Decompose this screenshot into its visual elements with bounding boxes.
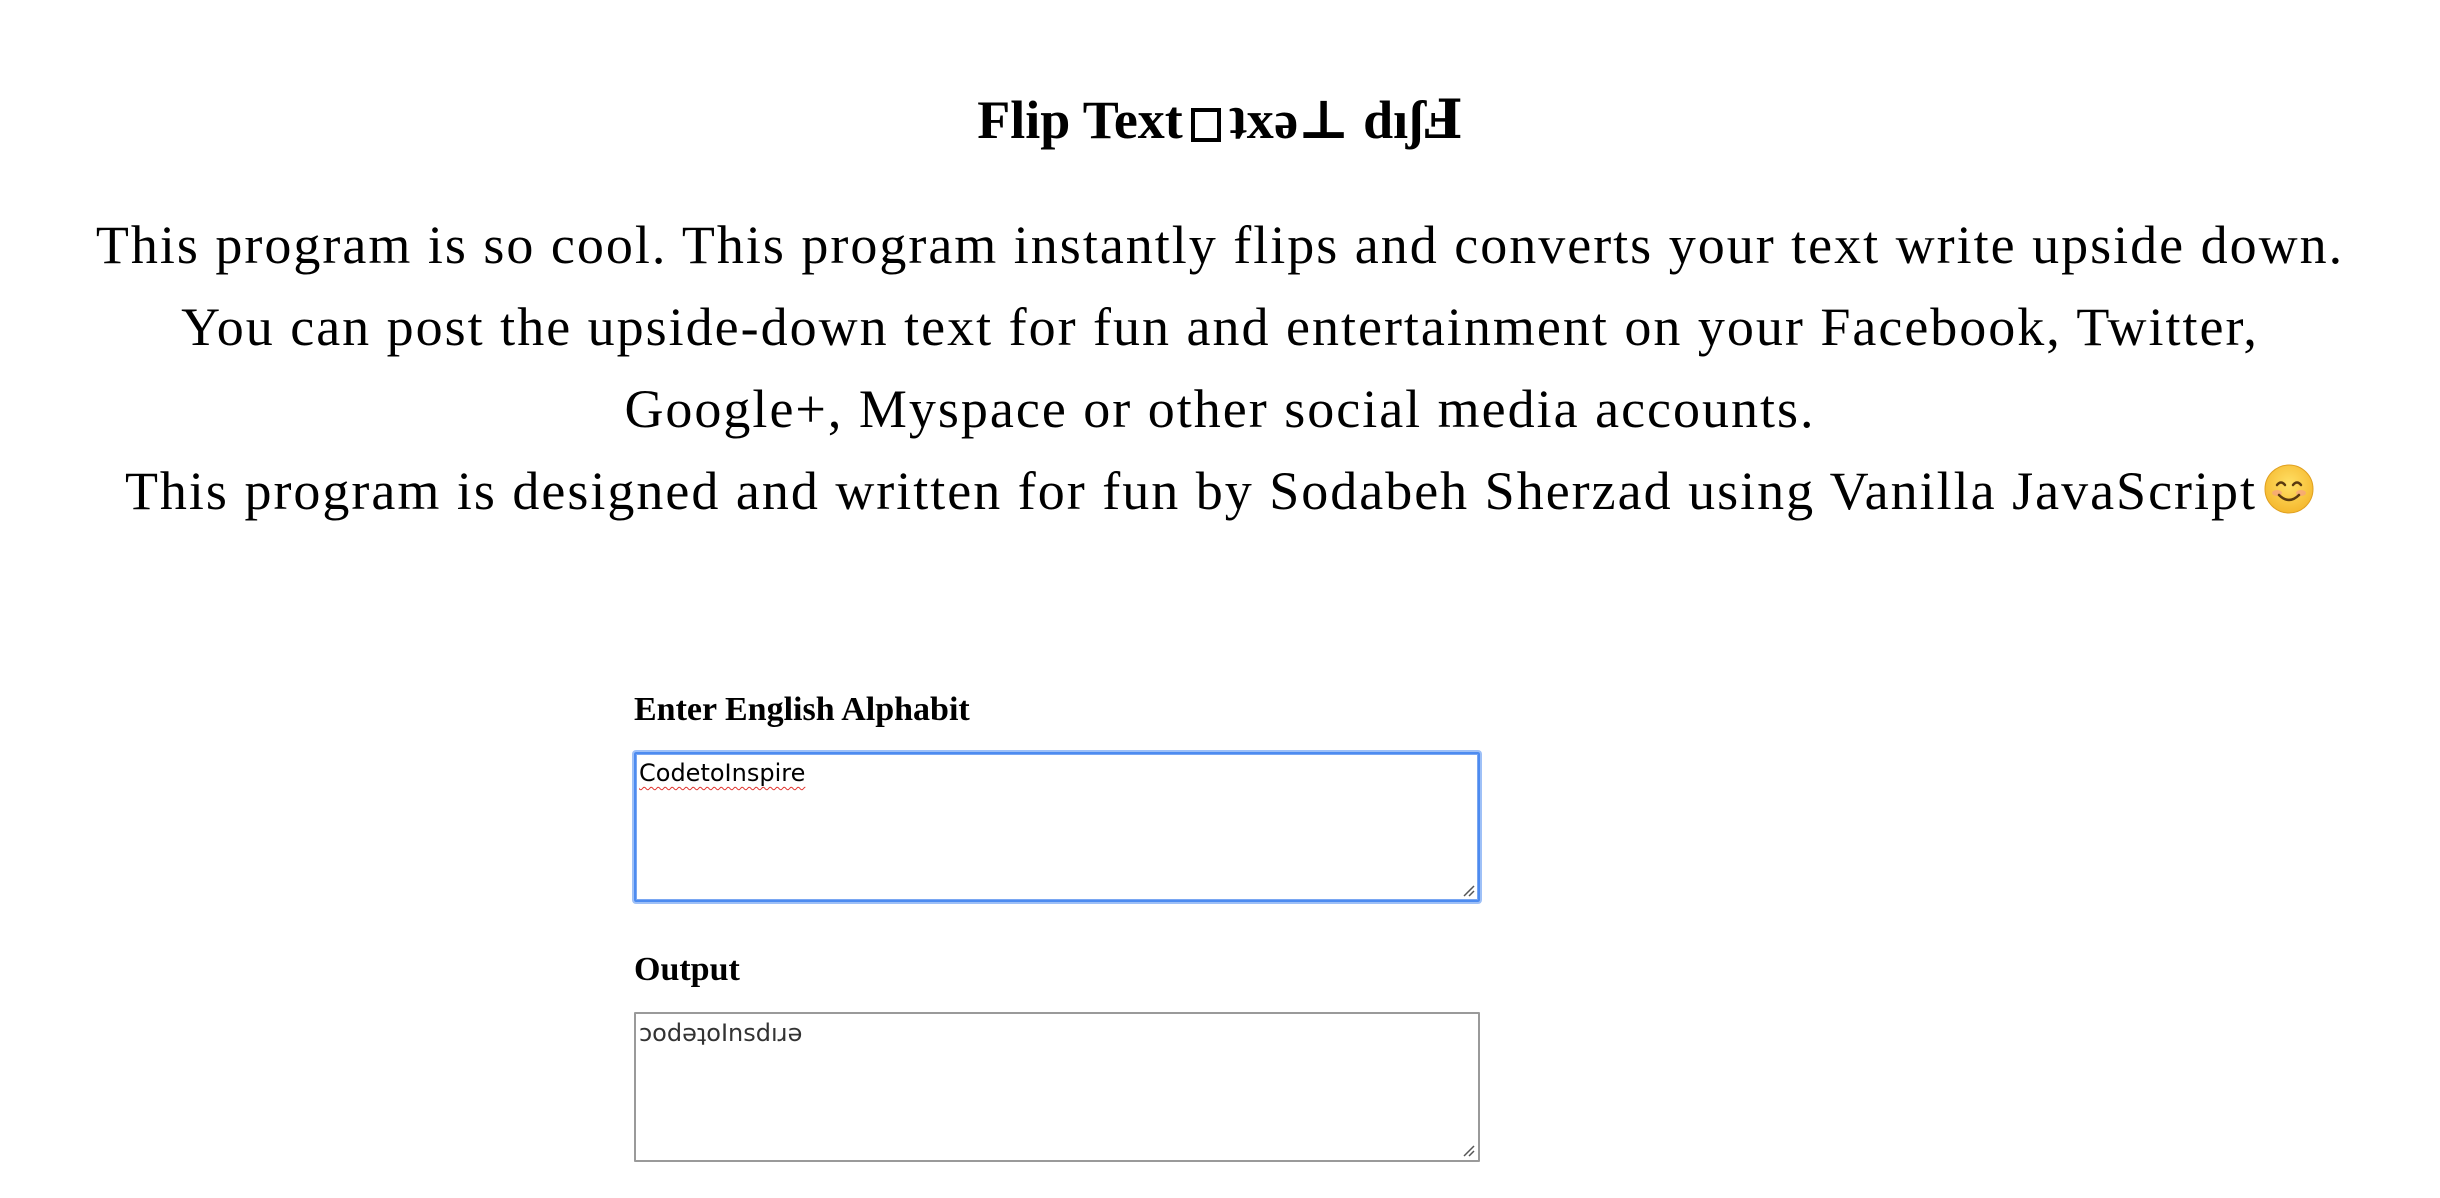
intro-line-2: You can post the upside-down text for fu… [181,297,2259,357]
input-text: CodetoInspire [639,759,806,787]
input-label: Enter English Alphabit [634,691,970,728]
intro-line-1: This program is so cool. This program in… [95,215,2345,275]
smiling-face-icon [2264,464,2314,514]
intro-line-4: This program is designed and written for… [0,450,2440,532]
intro-line-4-text: This program is designed and written for… [124,461,2258,521]
title-text: Flip Text [977,90,1183,151]
output-label: Output [634,951,740,988]
resize-grip-icon[interactable] [1459,1141,1475,1157]
resize-grip-icon[interactable] [1459,881,1475,897]
flip-form: Enter English Alphabit CodetoInspire Out… [634,690,1480,1162]
intro-paragraph: This program is so cool. This program in… [0,204,2440,532]
page-title: Flip Text ʇxǝ⊥ dıʃℲ [0,88,2440,152]
input-textarea[interactable]: CodetoInspire [634,752,1480,902]
output-textarea[interactable]: ɔodǝʇoInsdıɹǝ [634,1012,1480,1162]
intro-line-3: Google+, Myspace or other social media a… [624,379,1816,439]
output-text: ɔodǝʇoInsdıɹǝ [639,1019,803,1047]
missing-glyph-icon [1190,108,1221,143]
title-flipped-text: ʇxǝ⊥ dıʃℲ [1228,90,1463,151]
page: Flip Text ʇxǝ⊥ dıʃℲ This program is so co… [0,0,2440,1198]
